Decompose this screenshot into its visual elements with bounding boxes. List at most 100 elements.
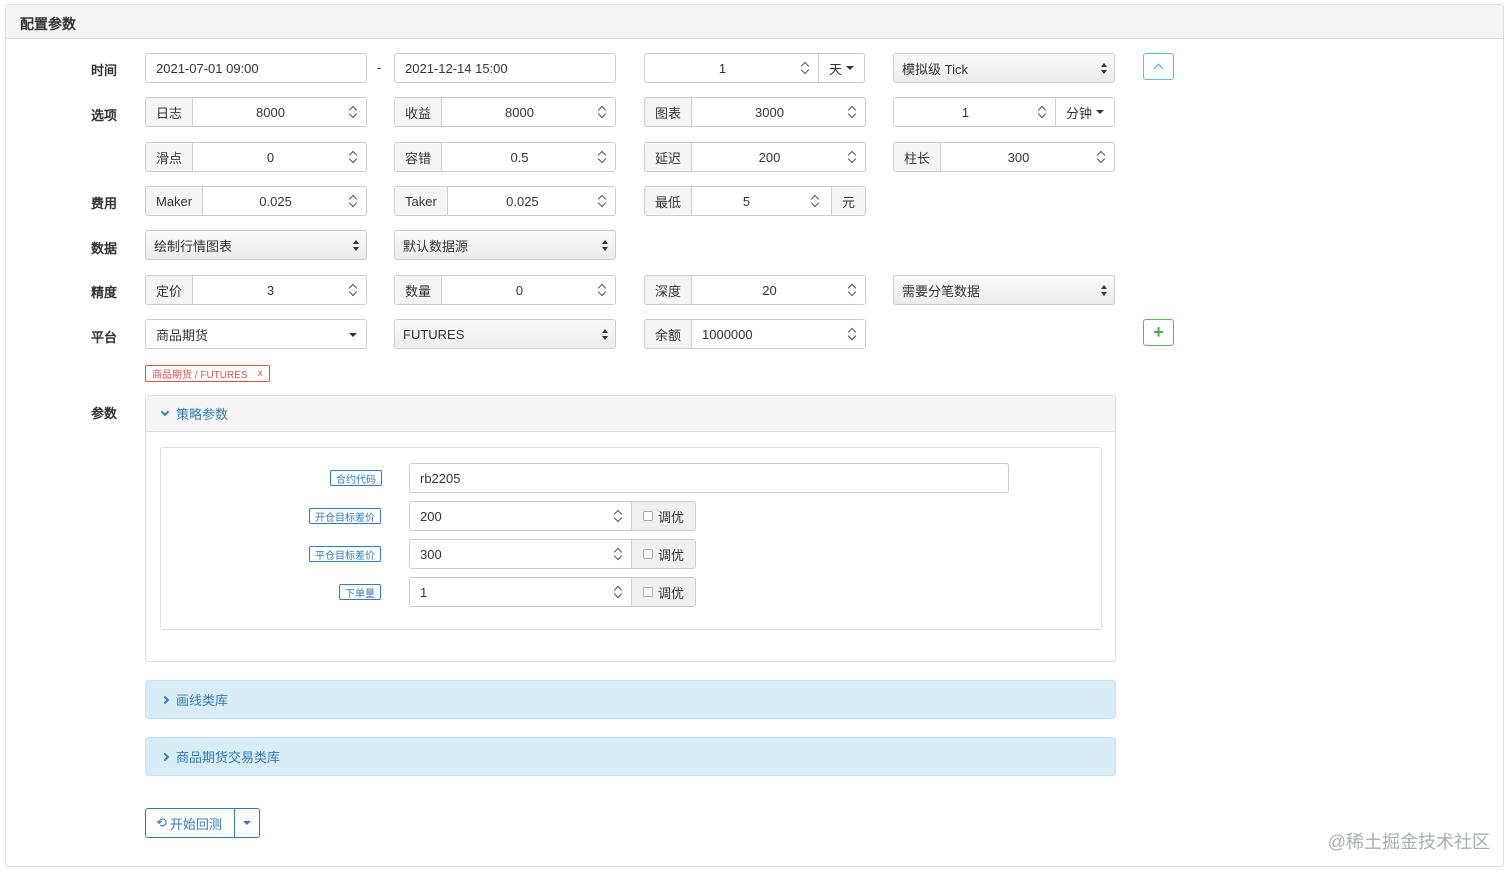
caret-down-icon [846, 66, 854, 70]
open-spread-input[interactable]: 200 [409, 501, 632, 531]
checkbox-icon[interactable] [643, 511, 653, 521]
tolerance-input[interactable]: 容错 0.5 [394, 142, 616, 172]
plus-icon: + [1153, 322, 1164, 342]
spinner-icon[interactable] [848, 105, 856, 119]
chevron-down-icon [160, 407, 170, 416]
bar-addon: 柱长 [894, 143, 942, 171]
spinner-icon[interactable] [848, 327, 856, 341]
order-qty-input[interactable]: 1 [409, 577, 632, 607]
spinner-icon[interactable] [349, 150, 357, 164]
period-input[interactable]: 1 [644, 53, 819, 83]
strategy-params-header[interactable]: 策略参数 [146, 396, 1115, 432]
spinner-icon[interactable] [1038, 105, 1046, 119]
chart-value: 3000 [755, 104, 784, 120]
market-label: FUTURES [403, 326, 465, 342]
param-label-open-spread: 开仓目标差价 [309, 508, 381, 524]
close-spread-input[interactable]: 300 [409, 539, 632, 569]
bar-length-input[interactable]: 柱长 300 [893, 142, 1115, 172]
market-select[interactable]: FUTURES [394, 319, 616, 349]
tune-open-spread[interactable]: 调优 [632, 501, 697, 531]
spinner-icon[interactable] [614, 509, 622, 523]
spinner-icon[interactable] [598, 194, 606, 208]
tolerance-value: 0.5 [510, 149, 529, 165]
strategy-params-panel: 策略参数 合约代码 rb2205 开仓目标差价 200 调优 平仓目标差价 30… [145, 395, 1116, 662]
spinner-icon[interactable] [614, 585, 622, 599]
profit-input[interactable]: 收益 8000 [394, 97, 616, 127]
spinner-icon[interactable] [1097, 150, 1105, 164]
spinner-icon[interactable] [614, 547, 622, 561]
exchange-select[interactable]: 商品期货 [145, 319, 367, 349]
spinner-icon[interactable] [848, 150, 856, 164]
checkbox-icon[interactable] [643, 587, 653, 597]
select-arrows-icon [1101, 285, 1107, 297]
tick-mode-select[interactable]: 模拟级 Tick [893, 53, 1115, 83]
label-precision: 精度 [91, 285, 118, 300]
qty-precision-input[interactable]: 数量 0 [394, 275, 616, 305]
contract-code-input[interactable]: rb2205 [409, 463, 1009, 493]
period-unit-dropdown[interactable]: 天 [819, 53, 865, 83]
trades-data-select[interactable]: 需要分笔数据 [893, 275, 1115, 305]
label-options: 选项 [91, 108, 118, 123]
param-label-order-qty: 下单量 [339, 584, 381, 600]
maker-fee-input[interactable]: Maker 0.025 [145, 186, 367, 216]
delay-input[interactable]: 延迟 200 [644, 142, 866, 172]
library-draw-lines[interactable]: 画线类库 [145, 680, 1116, 719]
kline-unit-label: 分钟 [1065, 105, 1092, 121]
profit-addon: 收益 [395, 98, 443, 126]
spinner-icon[interactable] [349, 283, 357, 297]
tune-order-qty[interactable]: 调优 [632, 577, 697, 607]
add-platform-button[interactable]: + [1143, 319, 1174, 346]
chart-input[interactable]: 图表 3000 [644, 97, 866, 127]
library-title: 画线类库 [176, 693, 229, 708]
tune-label: 调优 [658, 547, 685, 563]
maker-value: 0.025 [259, 193, 292, 209]
tune-close-spread[interactable]: 调优 [632, 539, 697, 569]
library-title: 商品期货交易类库 [176, 750, 281, 765]
min-fee-input[interactable]: 最低 5 元 [644, 186, 866, 216]
label-time: 时间 [91, 63, 118, 78]
time-separator: - [377, 60, 382, 75]
label-data: 数据 [91, 241, 118, 256]
checkbox-icon[interactable] [643, 549, 653, 559]
spinner-icon[interactable] [598, 150, 606, 164]
start-backtest-button[interactable]: ⟲ 开始回测 [146, 809, 235, 837]
select-arrows-icon [353, 240, 359, 252]
spinner-icon[interactable] [349, 194, 357, 208]
chevron-up-icon [1153, 63, 1164, 74]
log-addon: 日志 [146, 98, 194, 126]
end-time-input[interactable]: 2021-12-14 15:00 [394, 53, 616, 83]
slippage-value: 0 [266, 149, 275, 165]
kline-unit-dropdown[interactable]: 分钟 [1056, 97, 1115, 127]
backtest-dropdown-toggle[interactable] [235, 809, 259, 837]
close-icon[interactable]: x [258, 368, 263, 379]
chart-draw-select[interactable]: 绘制行情图表 [145, 230, 367, 260]
kline-period-input[interactable]: 1 [893, 97, 1056, 127]
spinner-icon[interactable] [811, 194, 819, 208]
library-futures-trading[interactable]: 商品期货交易类库 [145, 737, 1116, 776]
start-backtest-button-group: ⟲ 开始回测 [145, 808, 260, 838]
label-params: 参数 [91, 406, 118, 421]
spinner-icon[interactable] [848, 283, 856, 297]
qty-addon: 数量 [395, 276, 443, 304]
slippage-input[interactable]: 滑点 0 [145, 142, 367, 172]
collapse-up-button[interactable] [1143, 53, 1174, 80]
log-input[interactable]: 日志 8000 [145, 97, 367, 127]
balance-input[interactable]: 余额 1000000 [644, 319, 866, 349]
spinner-icon[interactable] [349, 105, 357, 119]
data-source-select[interactable]: 默认数据源 [394, 230, 616, 260]
caret-down-icon [1096, 110, 1104, 114]
spinner-icon[interactable] [801, 61, 809, 75]
min-addon: 最低 [645, 187, 693, 215]
start-backtest-label: 开始回测 [169, 816, 222, 832]
watermark: @稀土掘金技术社区 [1327, 832, 1490, 852]
depth-input[interactable]: 深度 20 [644, 275, 866, 305]
data-source-label: 默认数据源 [403, 238, 469, 254]
select-arrows-icon [1101, 63, 1107, 75]
start-time-input[interactable]: 2021-07-01 09:00 [145, 53, 367, 83]
spinner-icon[interactable] [598, 105, 606, 119]
spinner-icon[interactable] [598, 283, 606, 297]
taker-fee-input[interactable]: Taker 0.025 [394, 186, 616, 216]
label-fees: 费用 [91, 196, 118, 211]
chart-addon: 图表 [645, 98, 693, 126]
price-precision-input[interactable]: 定价 3 [145, 275, 367, 305]
